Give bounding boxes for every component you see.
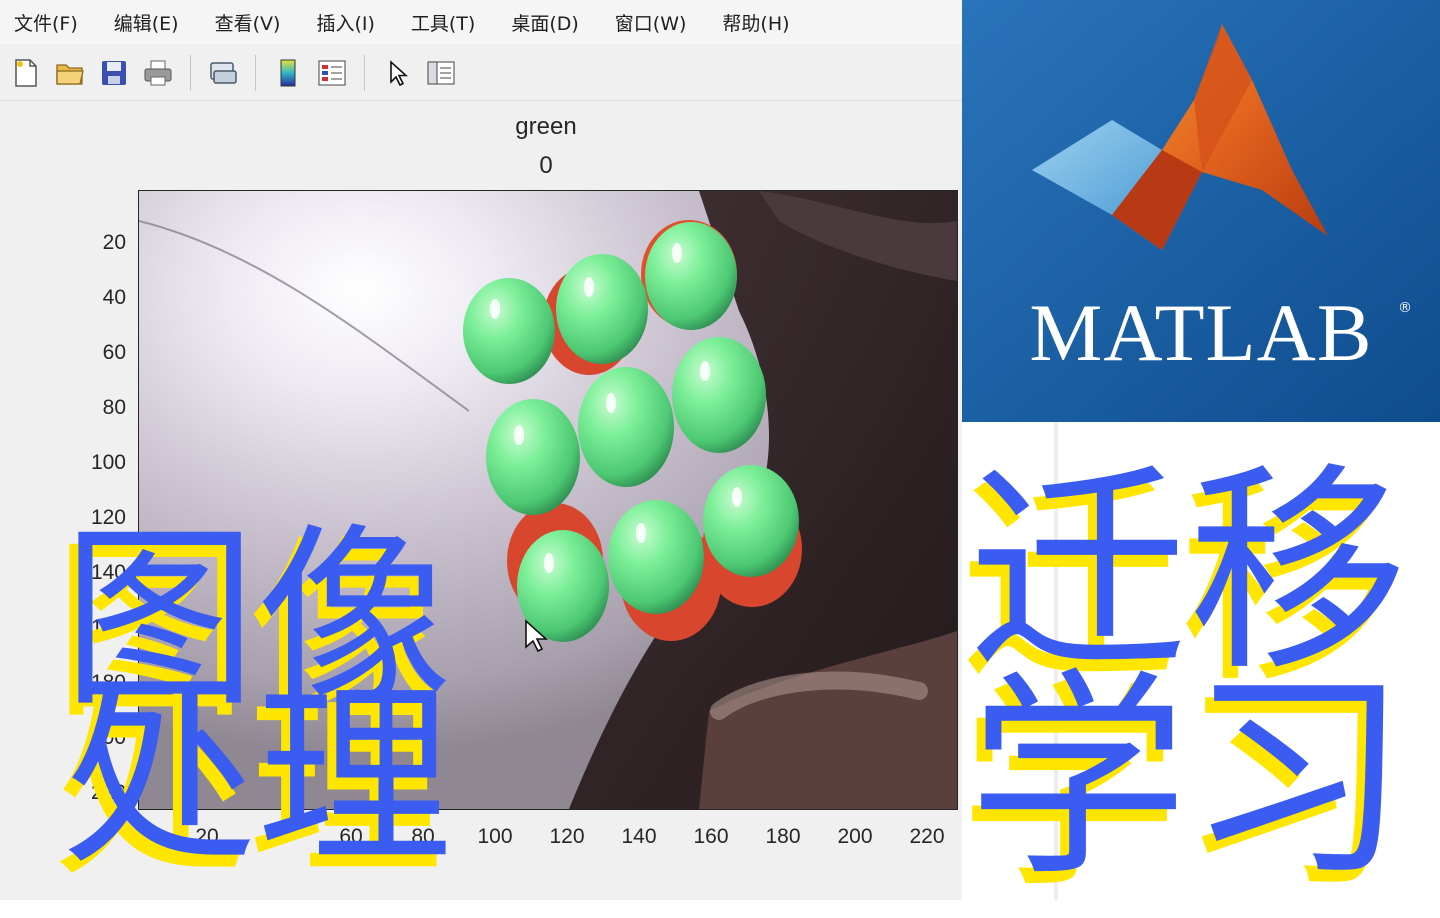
x-tick-label: 220 — [909, 825, 945, 848]
legend-icon[interactable] — [314, 55, 350, 91]
plot-title: green — [515, 113, 577, 140]
y-tick-label: 100 — [90, 451, 126, 474]
mouse-cursor-icon — [524, 619, 549, 658]
toolbar-separator — [190, 55, 191, 91]
x-tick-label: 20 — [195, 825, 219, 848]
figure-window: 文件(F) 编辑(E) 查看(V) 插入(I) 工具(T) 桌面(D) 窗口(W… — [0, 0, 963, 900]
open-file-icon[interactable] — [52, 55, 88, 91]
toolbar-separator — [255, 55, 256, 91]
menu-view[interactable]: 查看(V) — [197, 9, 299, 36]
menu-desktop[interactable]: 桌面(D) — [493, 9, 596, 36]
x-tick-label: 80 — [411, 825, 435, 848]
plot-subtitle: 0 — [539, 152, 553, 179]
menu-help[interactable]: 帮助(H) — [704, 9, 807, 36]
menu-insert[interactable]: 插入(I) — [298, 9, 392, 36]
webcam-image — [139, 191, 957, 809]
y-tick-label: 180 — [90, 671, 126, 694]
y-tick-label: 160 — [90, 616, 126, 639]
menu-window[interactable]: 窗口(W) — [597, 9, 705, 36]
y-tick-label: 200 — [90, 726, 126, 749]
toolbar-separator — [364, 55, 365, 91]
y-tick-label: 20 — [102, 231, 126, 254]
divider — [1054, 422, 1058, 900]
print-icon[interactable] — [140, 55, 176, 91]
right-background — [962, 422, 1440, 900]
menu-file[interactable]: 文件(F) — [0, 9, 96, 36]
figure-toolbar — [0, 46, 962, 101]
menu-tools[interactable]: 工具(T) — [393, 9, 493, 36]
x-tick-label: 160 — [693, 825, 729, 848]
matlab-logo-panel: MATLAB ® — [962, 0, 1440, 422]
x-tick-label: 140 — [621, 825, 657, 848]
image-axes[interactable] — [138, 190, 958, 810]
x-tick-label: 60 — [339, 825, 363, 848]
registered-mark: ® — [1398, 300, 1412, 316]
x-tick-label: 180 — [765, 825, 801, 848]
x-tick-label: 100 — [477, 825, 513, 848]
y-tick-label: 120 — [90, 506, 126, 529]
menu-bar: 文件(F) 编辑(E) 查看(V) 插入(I) 工具(T) 桌面(D) 窗口(W… — [0, 0, 962, 44]
colorbar-icon[interactable] — [270, 55, 306, 91]
property-inspector-icon[interactable] — [423, 55, 459, 91]
y-tick-label: 40 — [102, 286, 126, 309]
y-tick-label: 60 — [102, 341, 126, 364]
y-tick-label: 220 — [90, 781, 126, 804]
matlab-wordmark: MATLAB — [1029, 287, 1373, 378]
x-tick-label: 40 — [267, 825, 291, 848]
y-tick-label: 140 — [90, 561, 126, 584]
new-figure-icon[interactable] — [8, 55, 44, 91]
save-icon[interactable] — [96, 55, 132, 91]
y-tick-label: 80 — [102, 396, 126, 419]
pointer-icon[interactable] — [379, 55, 415, 91]
x-tick-label: 120 — [549, 825, 585, 848]
menu-edit[interactable]: 编辑(E) — [96, 9, 197, 36]
link-plot-icon[interactable] — [205, 55, 241, 91]
x-tick-label: 200 — [837, 825, 873, 848]
